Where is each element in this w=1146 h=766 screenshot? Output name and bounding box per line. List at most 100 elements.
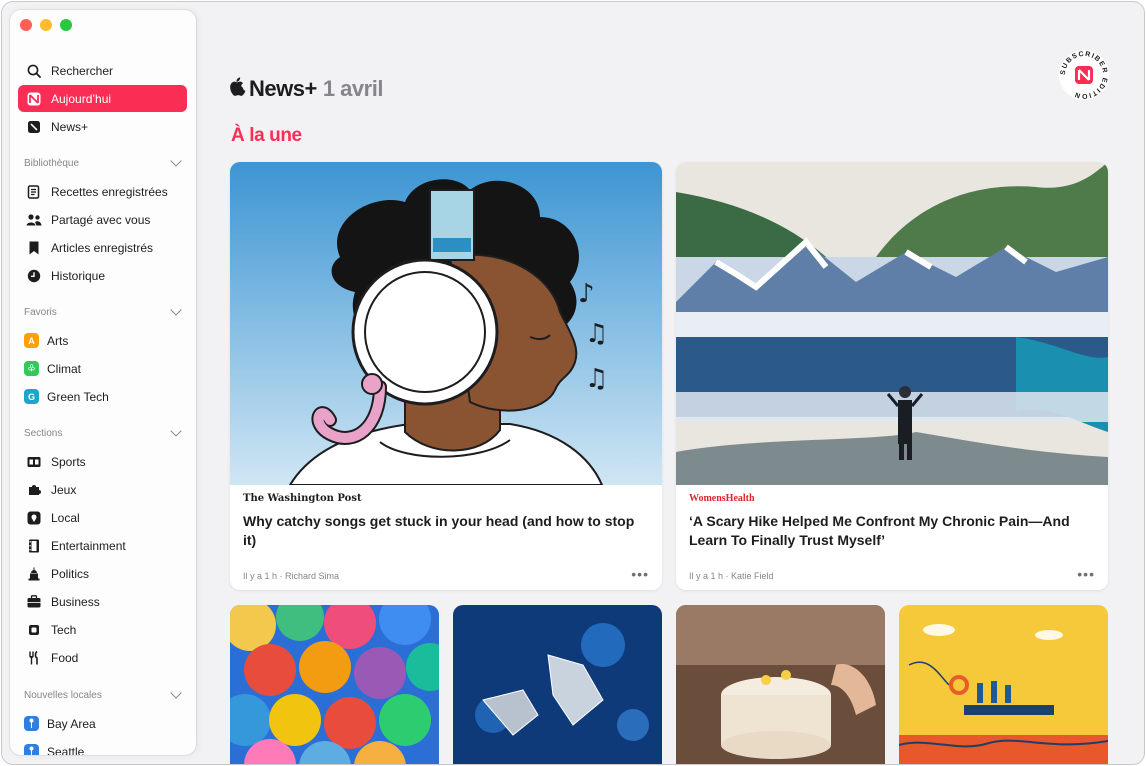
bookmark-icon [26, 240, 42, 256]
section-heading: Favoris [24, 306, 57, 318]
section-heading: Bibliothèque [24, 157, 80, 169]
sidebar-item-tech[interactable]: Tech [18, 616, 187, 643]
sidebar-item-today[interactable]: Aujourd’hui [18, 85, 187, 112]
sidebar-item-entertainment[interactable]: Entertainment [18, 532, 187, 559]
apple-logo-icon [230, 76, 247, 102]
chevron-down-icon [170, 155, 182, 167]
brand-name: News+ [249, 76, 317, 101]
svg-text:♫: ♫ [585, 319, 608, 349]
featured-article-card[interactable]: ♪ ♫ ♫ The Washington Post Why catchy son… [230, 162, 662, 590]
sidebar-item-label: Green Tech [47, 389, 109, 404]
article-meta: Il y a 1 h · Katie Field [689, 571, 774, 581]
umbrellas-photo [230, 605, 439, 764]
zoom-button[interactable] [60, 19, 72, 31]
sidebar-item-label: Bay Area [47, 716, 96, 731]
svg-text:♪: ♪ [578, 279, 595, 309]
sidebar-item-saved-recipes[interactable]: Recettes enregistrées [18, 178, 187, 205]
sidebar-item-label: Aujourd’hui [51, 91, 112, 106]
location-pin-icon [24, 716, 39, 731]
sidebar-item-label: Sports [51, 454, 86, 469]
minimize-button[interactable] [40, 19, 52, 31]
scoreboard-icon [26, 454, 42, 470]
more-options-icon[interactable]: ••• [1077, 566, 1095, 582]
sidebar-item-label: Seattle [47, 744, 85, 756]
sidebar-item-label: Local [51, 510, 80, 525]
location-icon [26, 510, 42, 526]
sidebar-item-shared[interactable]: Partagé avec vous [18, 206, 187, 233]
article-headline[interactable]: ‘A Scary Hike Helped Me Confront My Chro… [689, 512, 1089, 550]
arts-channel-icon: A [24, 333, 39, 348]
sidebar-item-sports[interactable]: Sports [18, 448, 187, 475]
chevron-down-icon [170, 687, 182, 699]
favorites-section-header[interactable]: Favoris [24, 304, 182, 320]
sidebar-item-label: Climat [47, 361, 82, 376]
sidebar-item-label: Food [51, 650, 79, 665]
sidebar-item-green-tech[interactable]: G Green Tech [18, 383, 187, 410]
featured-article-card[interactable]: WomensHealth ‘A Scary Hike Helped Me Con… [676, 162, 1108, 590]
shared-icon [26, 212, 42, 228]
puzzle-icon [26, 482, 42, 498]
app-window: Rechercher Aujourd’hui News+ Bibliothèqu… [1, 1, 1145, 765]
section-heading: Nouvelles locales [24, 689, 102, 701]
clock-icon [26, 268, 42, 284]
article-tile-origami[interactable] [453, 605, 662, 764]
issue-date: 1 avril [322, 76, 384, 101]
chip-icon [26, 622, 42, 638]
subscriber-edition-badge: SUBSCRIBER EDITION [1058, 49, 1110, 101]
publication-name: The Washington Post [243, 493, 362, 504]
sidebar-item-label: News+ [51, 119, 89, 134]
article-headline[interactable]: Why catchy songs get stuck in your head … [243, 512, 643, 550]
film-icon [26, 538, 42, 554]
close-button[interactable] [20, 19, 32, 31]
article-tile-raft[interactable] [899, 605, 1108, 764]
sidebar-item-politics[interactable]: Politics [18, 560, 187, 587]
sidebar-item-label: Arts [47, 333, 69, 348]
article-tile-cake[interactable] [676, 605, 885, 764]
svg-text:♫: ♫ [585, 364, 608, 394]
sidebar-item-label: Partagé avec vous [51, 212, 151, 227]
sidebar-item-label: Articles enregistrés [51, 240, 154, 255]
article-meta: Il y a 1 h · Richard Sima [243, 571, 340, 581]
local-news-section-header[interactable]: Nouvelles locales [24, 687, 182, 703]
sidebar-item-arts[interactable]: A Arts [18, 327, 187, 354]
section-heading: Sections [24, 427, 63, 439]
sidebar-item-seattle[interactable]: Seattle [18, 738, 187, 755]
news-plus-icon [26, 119, 42, 135]
sidebar-item-food[interactable]: Food [18, 644, 187, 671]
sidebar-item-business[interactable]: Business [18, 588, 187, 615]
more-options-icon[interactable]: ••• [631, 566, 649, 582]
sidebar-item-bay-area[interactable]: Bay Area [18, 710, 187, 737]
section-title: À la une [231, 125, 302, 146]
chevron-down-icon [170, 304, 182, 316]
sidebar-item-games[interactable]: Jeux [18, 476, 187, 503]
sidebar-item-label: Historique [51, 268, 106, 283]
sidebar-item-label: Business [51, 594, 100, 609]
sidebar-item-saved-articles[interactable]: Articles enregistrés [18, 234, 187, 261]
sidebar-item-local[interactable]: Local [18, 504, 187, 531]
sidebar-item-label: Tech [51, 622, 77, 637]
publication-name: WomensHealth [689, 493, 755, 504]
origami-fish-illustration [453, 605, 662, 764]
news-icon [26, 91, 42, 107]
sidebar-item-search[interactable]: Rechercher [18, 57, 187, 84]
sidebar-item-history[interactable]: Historique [18, 262, 187, 289]
sidebar-item-label: Jeux [51, 482, 77, 497]
sidebar-item-label: Recettes enregistrées [51, 184, 168, 199]
window-controls [20, 19, 72, 31]
sections-section-header[interactable]: Sections [24, 425, 182, 441]
capitol-icon [26, 566, 42, 582]
search-icon [26, 63, 42, 79]
sidebar-item-news-plus[interactable]: News+ [18, 113, 187, 140]
article-illustration-headphones: ♪ ♫ ♫ [230, 162, 662, 485]
badge-ring: SUBSCRIBER EDITION [1059, 50, 1109, 100]
green-tech-channel-icon: G [24, 389, 39, 404]
sidebar-item-label: Politics [51, 566, 90, 581]
birthday-cake-photo [676, 605, 885, 764]
library-section-header[interactable]: Bibliothèque [24, 155, 182, 171]
article-tile-umbrellas[interactable] [230, 605, 439, 764]
sidebar: Rechercher Aujourd’hui News+ Bibliothèqu… [10, 10, 196, 755]
article-photo-mountain-hike [676, 162, 1108, 485]
sidebar-item-climate[interactable]: ♧ Climat [18, 355, 187, 382]
sidebar-item-label: Rechercher [51, 63, 114, 78]
leaf-icon: ♧ [24, 361, 39, 376]
